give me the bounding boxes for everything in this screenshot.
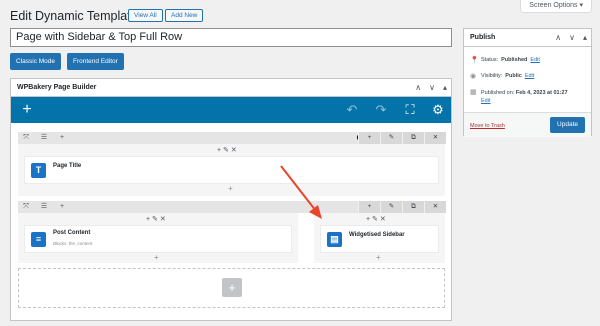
wpbakery-toolbar: + ↶ ↷ ⛶ ⚙ <box>11 97 451 123</box>
row-edit-button[interactable]: ✎ <box>380 132 402 144</box>
classic-mode-button[interactable]: Classic Mode <box>10 53 62 70</box>
add-element-icon[interactable]: + <box>19 97 35 123</box>
row-move-icon[interactable]: ⤧ <box>20 201 32 213</box>
publish-title: Publish <box>470 34 496 41</box>
row-add-button[interactable]: + <box>358 132 380 144</box>
row-1-column: + ✎ ✕ T Page Title + <box>18 144 445 196</box>
undo-icon[interactable]: ↶ <box>344 97 360 123</box>
edit-status-link[interactable]: Edit <box>530 57 539 63</box>
widgetised-sidebar-element[interactable]: ▤ Widgetised Sidebar <box>320 225 439 253</box>
add-to-column-icon[interactable]: + <box>154 253 159 262</box>
move-down-icon[interactable]: ∨ <box>569 29 575 47</box>
settings-gear-icon[interactable]: ⚙ <box>430 97 446 123</box>
row-add-column-icon[interactable]: + <box>56 132 68 144</box>
row-2-column-right: + ✎ ✕ ▤ Widgetised Sidebar + <box>314 213 445 263</box>
page-title: Edit Dynamic Template <box>10 9 138 23</box>
post-content-element[interactable]: ≡ Post Content Blocks: the_content <box>24 225 292 253</box>
add-to-column-icon[interactable]: + <box>376 253 381 262</box>
publish-box: Publish ∧ ∨ ▴ 📍 Status: Published Edit ◉… <box>463 28 592 137</box>
wpbakery-header-icons: ∧ ∨ ▴ <box>415 79 447 97</box>
eye-icon: ◉ <box>470 73 477 80</box>
move-up-icon[interactable]: ∧ <box>555 29 561 47</box>
status-line: 📍 Status: Published Edit <box>470 57 540 64</box>
wpbakery-header: WPBakery Page Builder <box>11 79 451 97</box>
move-up-icon[interactable]: ∧ <box>415 79 421 97</box>
published-line: ▦ Published on: Feb 4, 2023 at 01:27 Edi… <box>470 89 568 104</box>
visibility-line: ◉ Visibility: Public Edit <box>470 73 535 80</box>
edit-date-link[interactable]: Edit <box>481 98 490 104</box>
row-move-icon[interactable]: ⤧ <box>20 132 32 144</box>
row-layout-icon[interactable]: ☰ <box>36 132 52 144</box>
move-down-icon[interactable]: ∨ <box>429 79 435 97</box>
move-to-trash-link[interactable]: Move to Trash <box>470 123 505 129</box>
edit-visibility-link[interactable]: Edit <box>525 73 534 79</box>
column-controls[interactable]: + ✎ ✕ <box>217 146 237 156</box>
publish-actions: Move to Trash Update <box>464 112 591 137</box>
row-edit-button[interactable]: ✎ <box>380 201 402 213</box>
calendar-icon: ▦ <box>470 89 477 96</box>
row-clone-button[interactable]: ⧉ <box>402 201 424 213</box>
title-input[interactable]: Page with Sidebar & Top Full Row <box>10 28 452 47</box>
toggle-panel-icon[interactable]: ▴ <box>583 29 587 47</box>
toggle-panel-icon[interactable]: ▴ <box>443 79 447 97</box>
wpbakery-panel: WPBakery Page Builder ∧ ∨ ▴ + ↶ ↷ ⛶ ⚙ ⤧ … <box>10 78 452 321</box>
row-clone-button[interactable]: ⧉ <box>402 132 424 144</box>
add-new-button[interactable]: Add New <box>165 9 204 22</box>
page-title-element[interactable]: T Page Title <box>24 156 439 184</box>
add-to-column-icon[interactable]: + <box>228 184 233 193</box>
screen-options-button[interactable]: Screen Options ▾ <box>520 0 592 13</box>
element-subtitle: Blocks: the_content <box>53 241 93 246</box>
update-button[interactable]: Update <box>550 117 585 133</box>
row-2-column-left: + ✎ ✕ ≡ Post Content Blocks: the_content… <box>18 213 298 263</box>
sidebar-widget-icon: ▤ <box>327 232 342 247</box>
column-controls[interactable]: + ✎ ✕ <box>366 215 386 225</box>
row-2-controls: ⤧ ☰ + + ✎ ⧉ ✕ <box>18 201 446 213</box>
row-delete-button[interactable]: ✕ <box>424 132 446 144</box>
fullscreen-icon[interactable]: ⛶ <box>402 97 418 123</box>
add-row-button[interactable]: + <box>222 278 242 297</box>
pin-icon: 📍 <box>470 57 479 64</box>
redo-icon[interactable]: ↷ <box>373 97 389 123</box>
row-layout-icon[interactable]: ☰ <box>36 201 52 213</box>
row-add-button[interactable]: + <box>358 201 380 213</box>
element-title: Post Content <box>53 230 91 236</box>
text-element-icon: T <box>31 163 46 178</box>
column-controls[interactable]: + ✎ ✕ <box>146 215 166 225</box>
publish-header-icons: ∧ ∨ ▴ <box>555 29 587 47</box>
row-delete-button[interactable]: ✕ <box>424 201 446 213</box>
post-content-icon: ≡ <box>31 232 46 247</box>
add-row-area: + <box>18 268 445 308</box>
wpbakery-title: WPBakery Page Builder <box>17 84 97 91</box>
frontend-editor-button[interactable]: Frontend Editor <box>67 53 124 70</box>
element-title: Page Title <box>53 163 82 169</box>
row-add-column-icon[interactable]: + <box>56 201 68 213</box>
view-all-button[interactable]: View All <box>128 9 163 22</box>
row-1-controls: ⤧ ☰ + + ✎ ⧉ ✕ <box>18 132 446 144</box>
element-title: Widgetised Sidebar <box>349 232 405 238</box>
